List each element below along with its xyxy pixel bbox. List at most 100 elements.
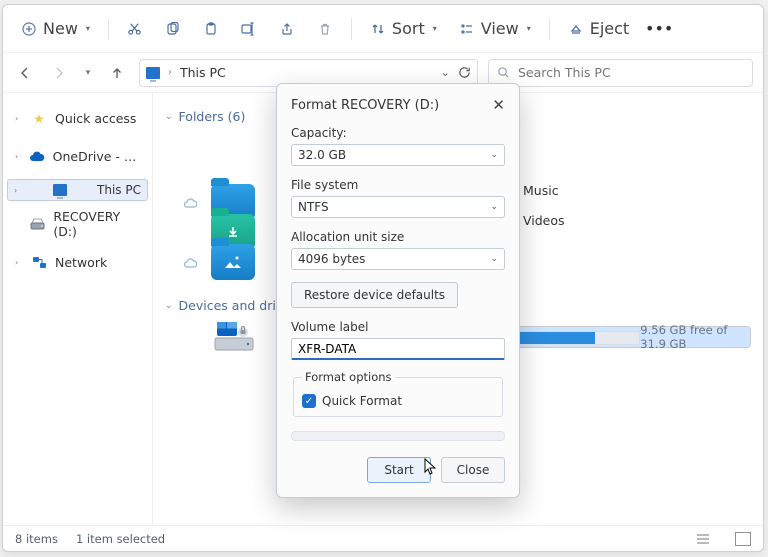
tiles-view-toggle[interactable]: [735, 532, 751, 546]
volume-label-label: Volume label: [291, 320, 505, 334]
network-icon: [31, 254, 47, 270]
chevron-down-icon: ▾: [433, 24, 437, 33]
location-text: This PC: [180, 65, 226, 80]
sidebar-item-label: OneDrive - Personal: [53, 149, 140, 164]
details-view-toggle[interactable]: [695, 532, 711, 546]
sidebar-item-label: Network: [55, 255, 107, 270]
drive-free-text: 9.56 GB free of 31.9 GB: [640, 323, 744, 351]
start-button[interactable]: Start: [367, 457, 431, 483]
address-dropdown[interactable]: ⌄: [441, 66, 450, 79]
allocation-label: Allocation unit size: [291, 230, 505, 244]
folder-item[interactable]: Videos: [479, 212, 763, 228]
filesystem-label: File system: [291, 178, 505, 192]
status-item-count: 8 items: [15, 532, 58, 546]
chevron-right-icon: ›: [14, 186, 22, 195]
sidebar: › ★ Quick access › OneDrive - Personal ›…: [3, 93, 153, 525]
sidebar-item-label: Quick access: [55, 111, 136, 126]
close-dialog-button[interactable]: Close: [441, 457, 505, 483]
os-drive-icon: [213, 319, 255, 355]
eject-button[interactable]: Eject: [560, 14, 637, 44]
back-button[interactable]: [13, 61, 37, 85]
separator: [351, 18, 352, 40]
cloud-icon: [29, 148, 45, 164]
refresh-button[interactable]: [458, 66, 471, 79]
cut-button[interactable]: [119, 14, 151, 44]
cloud-status-icon: [183, 257, 197, 268]
chevron-down-icon: ⌄: [165, 112, 173, 122]
sidebar-item-this-pc[interactable]: › This PC: [7, 179, 148, 201]
plus-icon: [21, 21, 37, 37]
forward-button[interactable]: [47, 61, 71, 85]
new-label: New: [43, 19, 78, 38]
paste-icon: [203, 21, 219, 37]
up-button[interactable]: [105, 61, 129, 85]
checkbox-checked-icon: ✓: [302, 394, 316, 408]
paste-button[interactable]: [195, 14, 227, 44]
quick-format-label: Quick Format: [322, 394, 402, 408]
format-options-label: Format options: [302, 370, 395, 384]
chevron-down-icon: ▾: [527, 24, 531, 33]
new-button[interactable]: New ▾: [13, 14, 98, 44]
capacity-value: 32.0 GB: [298, 148, 346, 162]
volume-label-input[interactable]: [291, 338, 505, 360]
rename-button[interactable]: [233, 14, 265, 44]
chevron-down-icon: ⌄: [490, 254, 498, 264]
search-box[interactable]: [488, 59, 753, 87]
pc-icon: [53, 184, 67, 196]
eject-label: Eject: [590, 19, 629, 38]
format-dialog: Format RECOVERY (D:) ✕ Capacity: 32.0 GB…: [276, 83, 520, 498]
capacity-label: Capacity:: [291, 126, 505, 140]
chevron-down-icon: ▾: [86, 24, 90, 33]
chevron-down-icon: ⌄: [490, 202, 498, 212]
rename-icon: [241, 21, 257, 37]
drive-icon: [30, 216, 45, 232]
share-icon: [279, 21, 295, 37]
filesystem-value: NTFS: [298, 200, 329, 214]
search-input[interactable]: [516, 64, 744, 81]
sidebar-item-label: This PC: [97, 183, 141, 197]
delete-button[interactable]: [309, 14, 341, 44]
quick-format-checkbox[interactable]: ✓ Quick Format: [302, 394, 494, 408]
more-button[interactable]: •••: [643, 14, 675, 44]
view-label: View: [481, 19, 519, 38]
chevron-right-icon: ›: [15, 152, 21, 161]
capacity-select[interactable]: 32.0 GB ⌄: [291, 144, 505, 166]
group-label: Folders (6): [179, 109, 246, 124]
sidebar-item-quick-access[interactable]: › ★ Quick access: [7, 103, 148, 133]
sidebar-item-label: RECOVERY (D:): [53, 209, 140, 239]
recent-chevron[interactable]: ▾: [81, 61, 95, 85]
folder-label: Music: [523, 183, 559, 198]
sidebar-item-recovery[interactable]: RECOVERY (D:): [7, 209, 148, 239]
copy-button[interactable]: [157, 14, 189, 44]
chevron-right-icon: ›: [15, 258, 23, 267]
eject-icon: [568, 21, 584, 37]
folder-icon: [211, 244, 255, 280]
toolbar: New ▾ Sort ▾ View ▾ Eject •••: [3, 5, 763, 53]
chevron-down-icon: ⌄: [490, 150, 498, 160]
sort-button[interactable]: Sort ▾: [362, 14, 445, 44]
more-icon: •••: [651, 21, 667, 37]
image-icon: [211, 244, 255, 280]
close-button[interactable]: ✕: [492, 96, 505, 114]
status-selected-count: 1 item selected: [76, 532, 165, 546]
sidebar-item-onedrive[interactable]: › OneDrive - Personal: [7, 141, 148, 171]
dialog-title: Format RECOVERY (D:): [291, 98, 439, 113]
status-bar: 8 items 1 item selected: [3, 525, 763, 551]
sidebar-item-network[interactable]: › Network: [7, 247, 148, 277]
sort-icon: [370, 21, 386, 37]
folder-label: Videos: [523, 213, 565, 228]
restore-defaults-button[interactable]: Restore device defaults: [291, 282, 458, 308]
copy-icon: [165, 21, 181, 37]
folder-item[interactable]: Music: [479, 182, 763, 198]
trash-icon: [317, 21, 333, 37]
chevron-right-icon: ›: [168, 67, 172, 78]
share-button[interactable]: [271, 14, 303, 44]
sort-label: Sort: [392, 19, 425, 38]
view-button[interactable]: View ▾: [451, 14, 539, 44]
chevron-right-icon: ›: [15, 114, 23, 123]
filesystem-select[interactable]: NTFS ⌄: [291, 196, 505, 218]
view-icon: [459, 21, 475, 37]
allocation-select[interactable]: 4096 bytes ⌄: [291, 248, 505, 270]
cloud-status-icon: [183, 197, 197, 208]
scissors-icon: [127, 21, 143, 37]
